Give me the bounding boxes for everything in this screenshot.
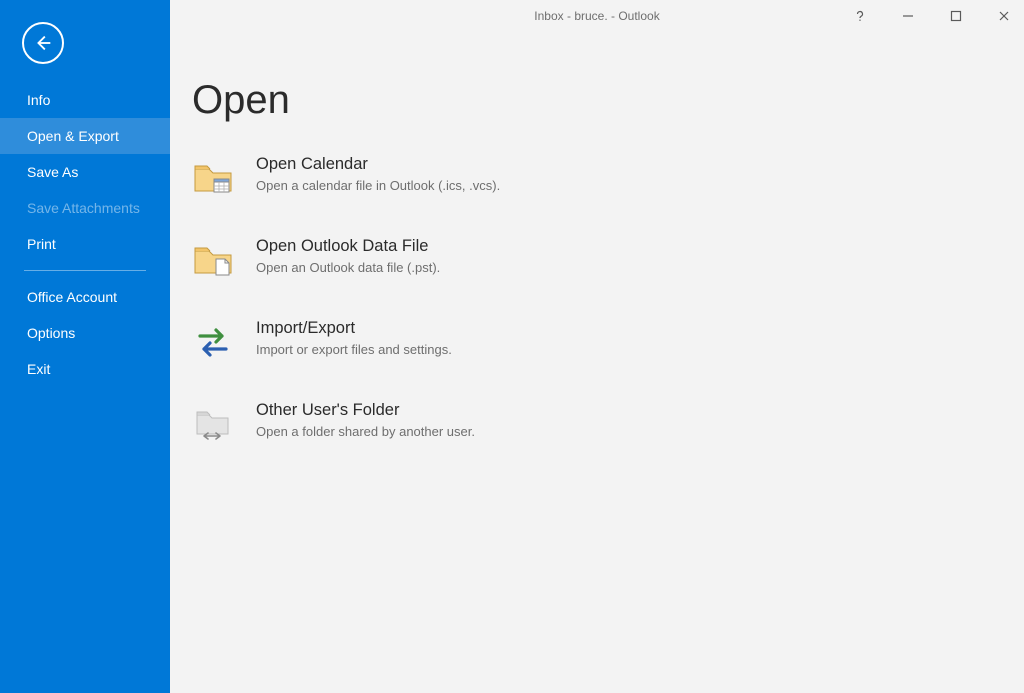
cmd-text: Other User's Folder Open a folder shared… [256, 401, 475, 439]
back-button[interactable] [22, 22, 64, 64]
nav-separator [24, 270, 146, 271]
nav-options[interactable]: Options [0, 315, 170, 351]
cmd-desc: Open a folder shared by another user. [256, 424, 475, 439]
cmd-title: Import/Export [256, 319, 452, 338]
cmd-import-export[interactable]: Import/Export Import or export files and… [192, 319, 1014, 363]
cmd-desc: Open an Outlook data file (.pst). [256, 260, 440, 275]
nav-save-as[interactable]: Save As [0, 154, 170, 190]
cmd-text: Open Calendar Open a calendar file in Ou… [256, 155, 500, 193]
backstage-content: Open [170, 32, 1024, 455]
cmd-text: Open Outlook Data File Open an Outlook d… [256, 237, 440, 275]
close-button[interactable] [992, 4, 1016, 28]
cmd-open-data-file[interactable]: Open Outlook Data File Open an Outlook d… [192, 237, 1014, 281]
folder-calendar-icon [192, 157, 234, 199]
main-area: Inbox - bruce. - Outlook [170, 0, 1024, 693]
minimize-icon [902, 10, 914, 22]
cmd-other-users-folder[interactable]: Other User's Folder Open a folder shared… [192, 401, 1014, 445]
app-window: Info Open & Export Save As Save Attachme… [0, 0, 1024, 693]
nav-exit[interactable]: Exit [0, 351, 170, 387]
nav-save-attachments: Save Attachments [0, 190, 170, 226]
arrow-left-icon [32, 32, 54, 54]
minimize-button[interactable] [896, 4, 920, 28]
maximize-button[interactable] [944, 4, 968, 28]
close-icon [998, 10, 1010, 22]
cmd-title: Open Calendar [256, 155, 500, 174]
help-button[interactable] [848, 4, 872, 28]
title-bar: Inbox - bruce. - Outlook [170, 0, 1024, 32]
folder-file-icon [192, 239, 234, 281]
cmd-text: Import/Export Import or export files and… [256, 319, 452, 357]
shared-folder-icon [192, 403, 234, 445]
nav-print[interactable]: Print [0, 226, 170, 262]
cmd-open-calendar[interactable]: Open Calendar Open a calendar file in Ou… [192, 155, 1014, 199]
cmd-title: Other User's Folder [256, 401, 475, 420]
cmd-desc: Import or export files and settings. [256, 342, 452, 357]
import-export-icon [192, 321, 234, 363]
nav-open-export[interactable]: Open & Export [0, 118, 170, 154]
command-list: Open Calendar Open a calendar file in Ou… [192, 155, 1014, 445]
help-icon [854, 10, 866, 22]
nav-office-account[interactable]: Office Account [0, 279, 170, 315]
page-title: Open [192, 78, 1014, 123]
window-controls [848, 4, 1016, 28]
cmd-desc: Open a calendar file in Outlook (.ics, .… [256, 178, 500, 193]
backstage-sidebar: Info Open & Export Save As Save Attachme… [0, 0, 170, 693]
maximize-icon [950, 10, 962, 22]
nav-info[interactable]: Info [0, 82, 170, 118]
cmd-title: Open Outlook Data File [256, 237, 440, 256]
